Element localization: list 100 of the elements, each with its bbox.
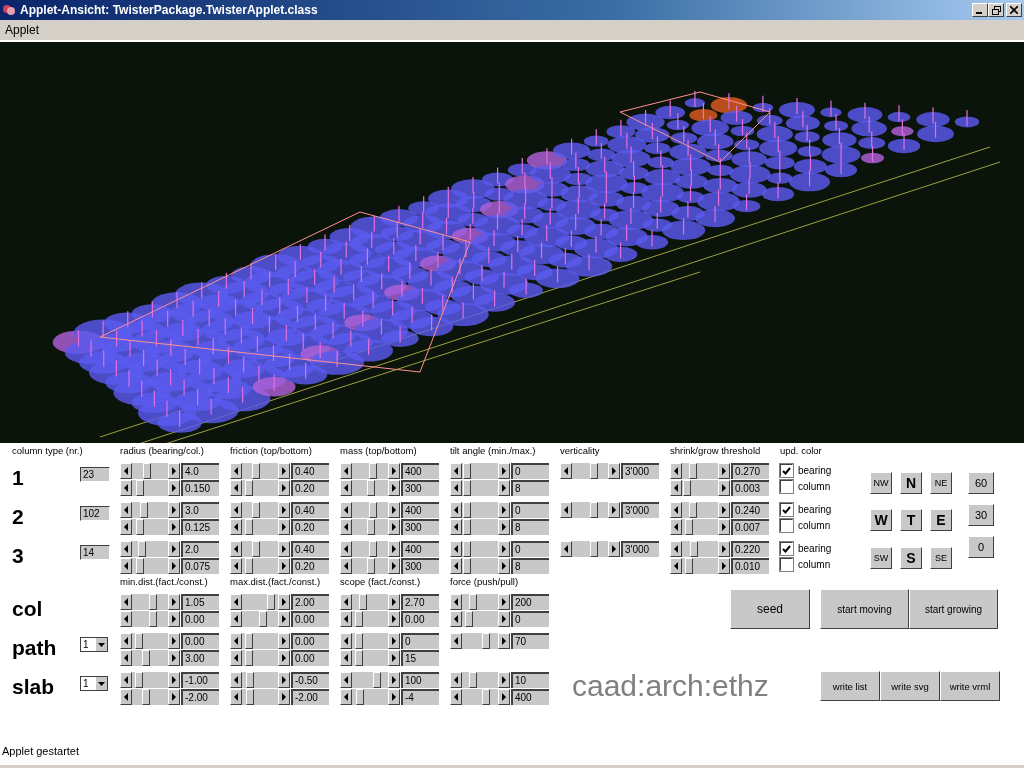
scroll-left-button[interactable] <box>120 672 132 688</box>
scroll-left-button[interactable] <box>230 611 242 627</box>
view-button[interactable]: NW <box>870 472 892 494</box>
scroll-right-button[interactable] <box>278 611 290 627</box>
value-field[interactable]: 100 <box>401 672 439 688</box>
write-button[interactable]: write list <box>820 671 880 701</box>
scrollbar-thumb[interactable] <box>463 541 472 557</box>
value-field[interactable]: 0 <box>511 611 549 627</box>
scroll-right-button[interactable] <box>168 558 180 574</box>
scrollbar-thumb[interactable] <box>356 689 365 705</box>
view-button[interactable]: E <box>930 509 952 532</box>
scrollbar-thumb[interactable] <box>251 463 260 479</box>
value-field[interactable]: 0.20 <box>291 519 329 535</box>
scroll-left-button[interactable] <box>120 519 132 535</box>
scroll-left-button[interactable] <box>340 650 352 666</box>
scrollbar-thumb[interactable] <box>148 594 157 610</box>
scrollbar-thumb[interactable] <box>690 541 699 557</box>
scroll-right-button[interactable] <box>168 689 180 705</box>
scrollbar-thumb[interactable] <box>148 611 157 627</box>
scroll-left-button[interactable] <box>340 558 352 574</box>
value-field[interactable]: 3.0 <box>181 502 219 518</box>
scrollbar-thumb[interactable] <box>136 558 145 574</box>
dropdown[interactable]: 1 <box>80 676 108 691</box>
scroll-right-button[interactable] <box>498 672 510 688</box>
scroll-left-button[interactable] <box>230 594 242 610</box>
scroll-right-button[interactable] <box>278 463 290 479</box>
scroll-left-button[interactable] <box>340 611 352 627</box>
action-button[interactable]: seed <box>730 589 810 629</box>
scroll-left-button[interactable] <box>230 650 242 666</box>
scroll-right-button[interactable] <box>388 672 400 688</box>
scrollbar-thumb[interactable] <box>251 502 260 518</box>
scroll-right-button[interactable] <box>278 541 290 557</box>
angle-button[interactable]: 0 <box>968 536 994 558</box>
angle-button[interactable]: 60 <box>968 472 994 494</box>
scroll-right-button[interactable] <box>168 519 180 535</box>
scroll-right-button[interactable] <box>388 541 400 557</box>
value-field[interactable]: 0.20 <box>291 480 329 496</box>
scroll-right-button[interactable] <box>498 633 510 649</box>
scrollbar-thumb[interactable] <box>684 558 693 574</box>
value-field[interactable]: 0.220 <box>731 541 769 557</box>
scroll-left-button[interactable] <box>230 541 242 557</box>
scroll-right-button[interactable] <box>278 650 290 666</box>
scrollbar-thumb[interactable] <box>251 541 260 557</box>
value-field[interactable]: 0.40 <box>291 463 329 479</box>
scrollbar-thumb[interactable] <box>368 502 377 518</box>
scroll-left-button[interactable] <box>230 480 242 496</box>
scroll-left-button[interactable] <box>450 502 462 518</box>
scrollbar-thumb[interactable] <box>684 519 693 535</box>
scroll-left-button[interactable] <box>560 463 572 479</box>
scroll-left-button[interactable] <box>670 502 682 518</box>
scroll-right-button[interactable] <box>168 463 180 479</box>
scroll-left-button[interactable] <box>340 519 352 535</box>
scrollbar-thumb[interactable] <box>373 672 381 688</box>
value-field[interactable]: 15 <box>401 650 439 666</box>
value-field[interactable]: 0.270 <box>731 463 769 479</box>
scroll-right-button[interactable] <box>718 558 730 574</box>
restore-button[interactable] <box>988 3 1004 17</box>
value-field[interactable]: 3'000 <box>621 541 659 557</box>
value-field[interactable]: -0.50 <box>291 672 329 688</box>
scrollbar-thumb[interactable] <box>689 463 697 479</box>
close-button[interactable] <box>1006 3 1022 17</box>
scrollbar-thumb[interactable] <box>354 611 363 627</box>
scroll-right-button[interactable] <box>168 650 180 666</box>
scroll-right-button[interactable] <box>278 689 290 705</box>
scrollbar-thumb[interactable] <box>134 672 143 688</box>
scroll-right-button[interactable] <box>718 480 730 496</box>
value-field[interactable]: 200 <box>511 594 549 610</box>
value-field[interactable]: 0.00 <box>291 611 329 627</box>
scroll-right-button[interactable] <box>498 689 510 705</box>
value-field[interactable]: 0.40 <box>291 541 329 557</box>
scroll-right-button[interactable] <box>388 611 400 627</box>
scroll-right-button[interactable] <box>388 558 400 574</box>
value-field[interactable]: 0.00 <box>181 633 219 649</box>
scrollbar-thumb[interactable] <box>359 594 367 610</box>
value-field[interactable]: 400 <box>401 541 439 557</box>
scroll-left-button[interactable] <box>230 502 242 518</box>
checkbox[interactable] <box>780 558 793 571</box>
value-field[interactable]: 0.40 <box>291 502 329 518</box>
value-field[interactable]: 300 <box>401 480 439 496</box>
value-field[interactable]: 2.00 <box>291 594 329 610</box>
scroll-right-button[interactable] <box>498 502 510 518</box>
number-field[interactable]: 102 <box>80 506 110 521</box>
scrollbar-thumb[interactable] <box>368 541 377 557</box>
scrollbar-thumb[interactable] <box>136 480 145 496</box>
scroll-left-button[interactable] <box>230 558 242 574</box>
scroll-right-button[interactable] <box>278 558 290 574</box>
scroll-left-button[interactable] <box>230 519 242 535</box>
scrollbar-thumb[interactable] <box>463 502 472 518</box>
scroll-right-button[interactable] <box>388 689 400 705</box>
value-field[interactable]: -4 <box>401 689 439 705</box>
scroll-left-button[interactable] <box>560 541 572 557</box>
view-button[interactable]: W <box>870 509 892 532</box>
scroll-right-button[interactable] <box>168 594 180 610</box>
value-field[interactable]: 3'000 <box>621 502 659 518</box>
scrollbar-thumb[interactable] <box>463 519 472 535</box>
scrollbar-thumb[interactable] <box>463 480 472 496</box>
scrollbar-thumb[interactable] <box>590 502 599 518</box>
scroll-left-button[interactable] <box>340 463 352 479</box>
value-field[interactable]: 0 <box>511 502 549 518</box>
scrollbar-thumb[interactable] <box>244 519 253 535</box>
